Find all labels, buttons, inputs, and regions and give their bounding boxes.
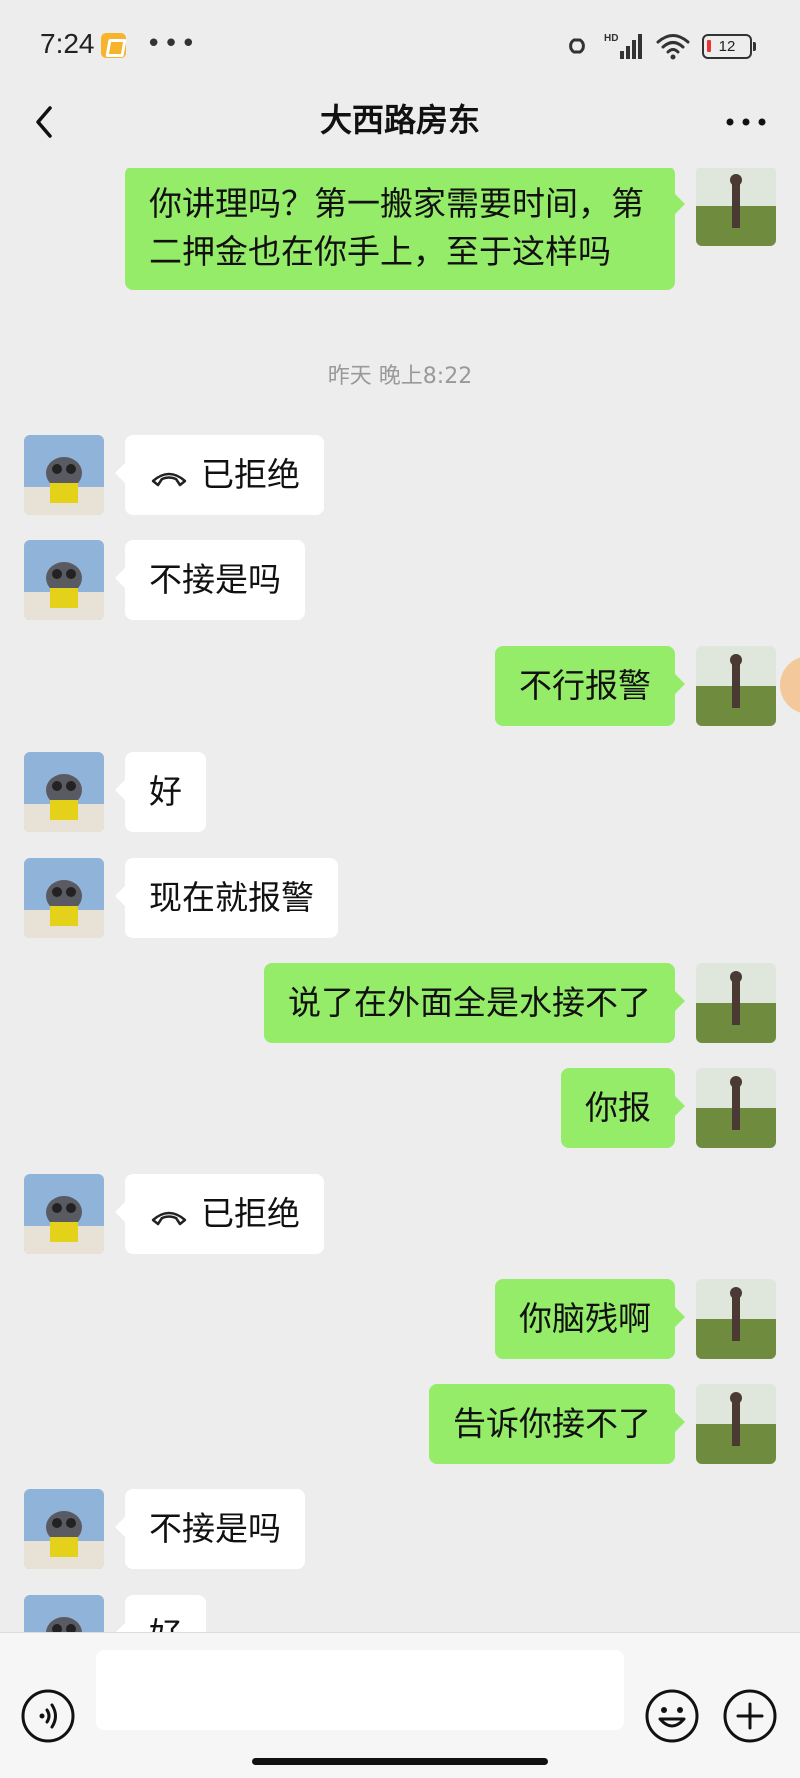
message-list[interactable]: 你讲理吗？第一搬家需要时间，第二押金也在你手上，至于这样吗 昨天 晚上8:22 … [0,168,800,1632]
link-icon [569,38,585,54]
message-bubble-self[interactable]: 告诉你接不了 [429,1384,685,1464]
call-declined-bubble[interactable]: 已拒绝 [115,1174,324,1254]
message-bubble-self[interactable]: 你报 [561,1068,685,1148]
battery-level: 12 [718,37,736,55]
status-bar: 7:24 ••• HD 12 [0,0,800,92]
message-bubble-contact[interactable]: 好 [115,1595,206,1632]
network-type: HD [604,33,618,44]
voice-icon [21,1689,75,1743]
message-bubble-contact[interactable]: 不接是吗 [115,540,305,620]
contact-avatar[interactable] [24,752,104,832]
call-status-text: 已拒绝 [201,455,300,494]
phone-hangup-icon [151,472,187,486]
wifi-icon [656,34,690,60]
self-avatar[interactable] [696,1384,776,1464]
message-bubble-contact[interactable]: 现在就报警 [115,858,338,938]
message-bubble-self[interactable]: 你脑残啊 [495,1279,685,1359]
plus-circle-icon [723,1689,777,1743]
signal-icon: HD [604,33,642,59]
contact-avatar[interactable] [24,1489,104,1569]
contact-avatar[interactable] [24,858,104,938]
message-bubble-self[interactable]: 你讲理吗？第一搬家需要时间，第二押金也在你手上，至于这样吗 [125,168,685,290]
status-more-dots-icon: ••• [146,29,199,59]
self-avatar[interactable] [696,963,776,1043]
call-declined-bubble[interactable]: 已拒绝 [115,435,324,515]
chat-title: 大西路房东 [319,101,480,139]
emoji-button[interactable] [644,1688,700,1744]
status-time: 7:24 [40,28,95,59]
home-indicator[interactable] [252,1758,548,1765]
notification-app-icon [101,33,126,58]
message-bubble-self[interactable]: 不行报警 [495,646,685,726]
message-bubble-contact[interactable]: 不接是吗 [115,1489,305,1569]
self-avatar[interactable] [696,646,776,726]
contact-avatar[interactable] [24,1595,104,1632]
battery-icon: 12 [702,33,756,59]
contact-avatar[interactable] [24,540,104,620]
contact-avatar[interactable] [24,1174,104,1254]
status-icons: HD 12 [562,28,756,64]
timestamp: 昨天 晚上8:22 [327,364,473,389]
self-avatar[interactable] [696,1279,776,1359]
chat-header: 大西路房东 [0,92,800,168]
more-horizontal-icon [726,118,766,126]
voice-button[interactable] [20,1688,76,1744]
message-input[interactable] [96,1650,624,1730]
call-status-text: 已拒绝 [201,1194,300,1233]
input-bar [0,1632,800,1778]
self-avatar[interactable] [696,1068,776,1148]
emoji-icon [645,1689,699,1743]
more-button[interactable] [716,102,776,142]
message-bubble-self[interactable]: 说了在外面全是水接不了 [264,963,685,1043]
plus-button[interactable] [722,1688,778,1744]
contact-avatar[interactable] [24,435,104,515]
phone-hangup-icon [151,1211,187,1225]
message-bubble-contact[interactable]: 好 [115,752,206,832]
self-avatar[interactable] [696,168,776,246]
